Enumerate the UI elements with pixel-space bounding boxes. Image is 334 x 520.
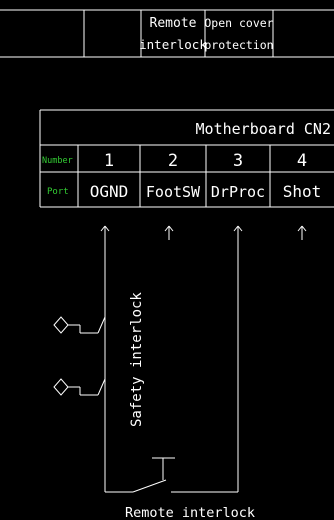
safety-switch-icon [53, 316, 106, 334]
safety-interlock-label: Safety interlock [129, 292, 145, 427]
pin-number: 2 [168, 151, 178, 171]
pin-port: FootSW [146, 183, 201, 201]
pin-number: 1 [104, 151, 114, 171]
pin-port: OGND [90, 182, 129, 201]
arrow-up-icon [164, 225, 174, 240]
safety-switch-icon [53, 378, 106, 396]
top-col2-line2: protection [204, 38, 273, 52]
row-number-label: Number [42, 156, 73, 166]
pin-number: 4 [297, 151, 307, 171]
wiring-diagram: Remote interlock Open cover protection M… [0, 0, 334, 520]
top-col2-line1: Open cover [204, 16, 273, 30]
wiring [104, 236, 239, 493]
connector-title: Motherboard CN2 [196, 120, 331, 138]
pin-arrows [100, 225, 307, 240]
top-col1-line2: interlock [139, 37, 207, 52]
remote-interlock-label: Remote interlock [125, 505, 255, 520]
remote-interlock-switch-icon [132, 457, 175, 493]
row-port-label: Port [47, 187, 69, 197]
top-col1-line1: Remote [150, 16, 197, 31]
arrow-up-icon [297, 225, 307, 240]
pin-number: 3 [233, 151, 243, 171]
pin-port: DrProc [211, 183, 265, 201]
arrow-up-icon [233, 225, 243, 236]
diagram-svg: Remote interlock Open cover protection M… [0, 9, 334, 520]
pin-port: Shot [283, 182, 322, 201]
arrow-up-icon [100, 225, 110, 236]
